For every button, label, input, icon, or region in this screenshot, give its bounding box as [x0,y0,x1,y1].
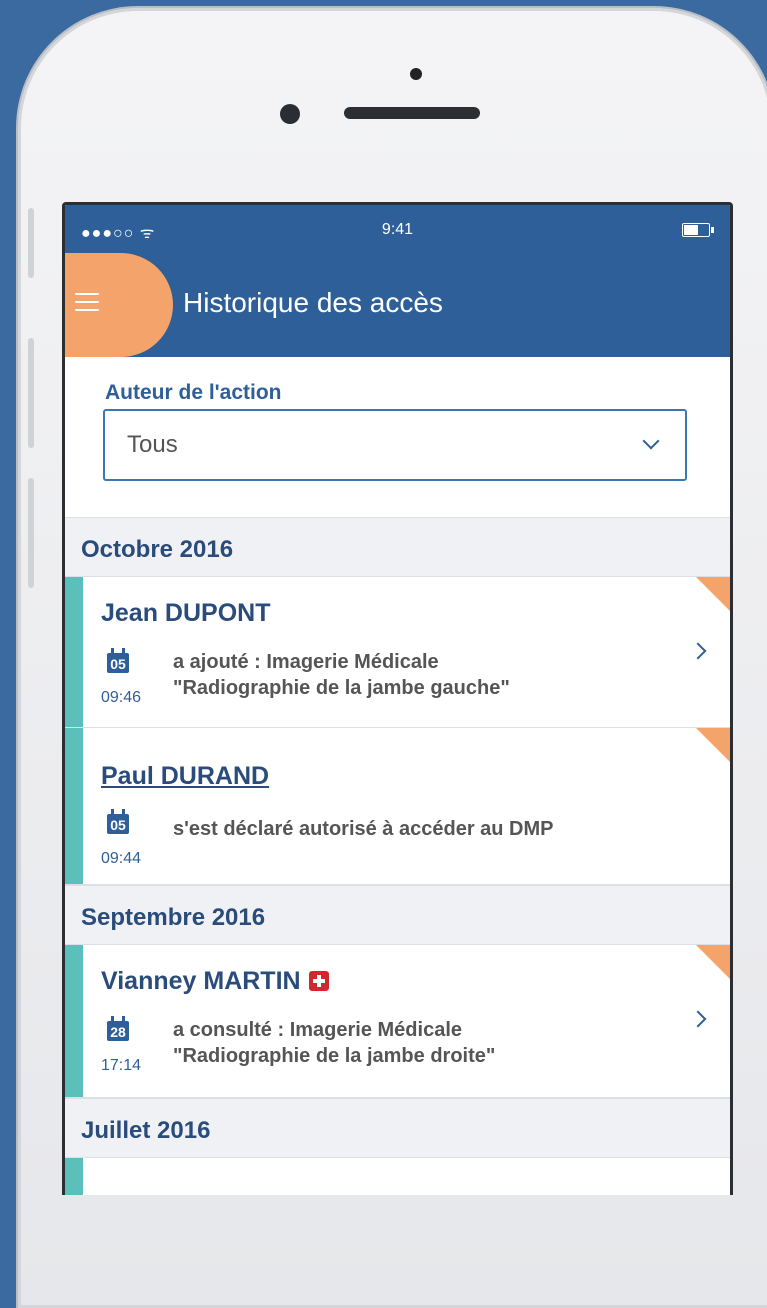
battery-icon [682,223,714,237]
entry-author-link[interactable]: Paul DURAND [101,762,269,791]
status-bar: ●●●○○ ᯤ 9:41 [65,205,730,253]
medical-cross-icon [308,971,329,991]
entry-time: 17:14 [101,1057,142,1074]
entry-accent-bar [65,1158,83,1195]
status-time: 9:41 [381,221,414,238]
new-flag-corner [696,577,730,611]
entry-day: 05 [110,817,126,833]
app-screen: ●●●○○ ᯤ 9:41 Historique des accès Auteur… [62,202,733,1195]
filter-label: Auteur de l'action [105,381,282,404]
entry-document: "Radiographie de la jambe gauche" [173,677,510,699]
entry-time: 09:46 [101,689,142,706]
entry-day: 05 [110,656,126,672]
entry-accent-bar [65,577,83,727]
author-select[interactable]: Tous [103,409,687,481]
entry-action: s'est déclaré autorisé à accéder au DMP [173,818,554,840]
calendar-icon: 28 [107,1016,129,1041]
calendar-icon: 05 [107,648,129,673]
entry-author: Vianney MARTIN [101,967,329,996]
chevron-right-icon [689,642,707,660]
chevron-right-icon [689,1010,707,1028]
new-flag-corner [696,945,730,979]
entry-author-name: Vianney MARTIN [101,967,301,995]
volume-down-button [28,478,34,588]
mute-switch [28,208,34,278]
entry-document: "Radiographie de la jambe droite" [173,1045,496,1067]
history-entry-vianney-martin[interactable]: Vianney MARTIN 28 17:14 a consulté : Ima… [65,945,730,1098]
history-list: Octobre 2016 Jean DUPONT 05 09:46 a ajou… [65,517,730,1195]
calendar-icon: 05 [107,809,129,834]
history-entry-jean-dupont[interactable]: Jean DUPONT 05 09:46 a ajouté : Imagerie… [65,577,730,728]
proximity-sensor [410,68,422,80]
front-camera [280,104,300,124]
entry-action: a ajouté : Imagerie Médicale [173,651,439,673]
chevron-down-icon [642,432,660,450]
month-header: Septembre 2016 [65,885,730,945]
month-header: Juillet 2016 [65,1098,730,1158]
history-entry-paul-durand[interactable]: Paul DURAND 05 09:44 s'est déclaré autor… [65,728,730,885]
author-filter: Auteur de l'action Tous [65,357,730,517]
entry-description: a ajouté : Imagerie Médicale "Radiograph… [173,649,510,701]
entry-accent-bar [65,945,83,1097]
entry-time: 09:44 [101,850,142,867]
new-flag-corner [696,728,730,762]
entry-action: a consulté : Imagerie Médicale [173,1019,462,1041]
menu-button[interactable] [65,253,173,357]
entry-author: Jean DUPONT [101,599,271,627]
select-value: Tous [127,431,178,458]
volume-up-button [28,338,34,448]
hamburger-icon [75,293,99,317]
earpiece-speaker [344,107,480,119]
entry-description: a consulté : Imagerie Médicale "Radiogra… [173,1017,495,1069]
entry-accent-bar [65,728,83,884]
entry-day: 28 [110,1024,126,1040]
month-header: Octobre 2016 [65,517,730,577]
nav-bar: Historique des accès [65,253,730,357]
history-entry-partial[interactable] [65,1158,730,1195]
entry-description: s'est déclaré autorisé à accéder au DMP [173,816,554,842]
page-title: Historique des accès [183,287,443,318]
